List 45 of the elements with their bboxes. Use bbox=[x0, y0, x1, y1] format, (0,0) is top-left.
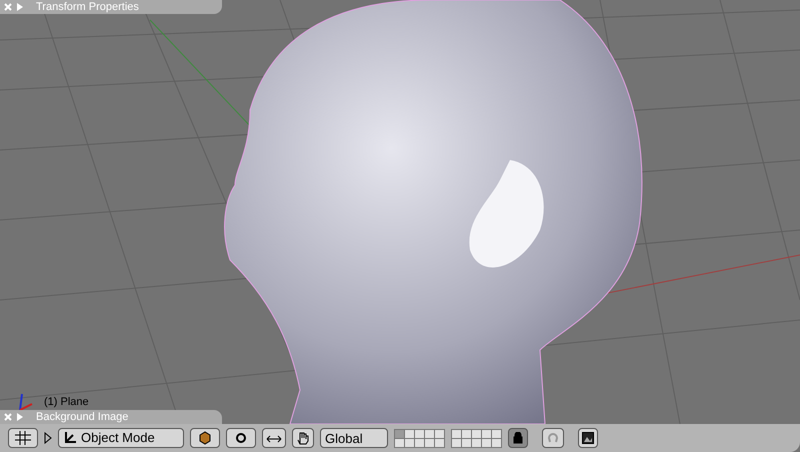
object-name-label: (1) Plane bbox=[44, 397, 89, 408]
grid-icon bbox=[15, 431, 31, 445]
picture-icon bbox=[582, 432, 594, 444]
mode-dropdown[interactable]: Object Mode bbox=[58, 428, 184, 448]
layer-button[interactable] bbox=[472, 430, 481, 438]
draw-type-button[interactable] bbox=[190, 428, 220, 448]
layer-button[interactable] bbox=[405, 438, 414, 446]
layer-button[interactable] bbox=[425, 438, 434, 446]
head-model-drawing[interactable] bbox=[224, 0, 642, 424]
layer-button[interactable] bbox=[462, 438, 471, 446]
layer-button[interactable] bbox=[435, 438, 444, 446]
close-icon[interactable] bbox=[4, 3, 12, 11]
layer-button[interactable] bbox=[415, 438, 424, 446]
orientation-dropdown[interactable]: Global bbox=[320, 428, 388, 448]
editor-type-button[interactable] bbox=[8, 428, 38, 448]
arrows-icon bbox=[266, 433, 282, 443]
layer-button[interactable] bbox=[435, 430, 444, 438]
snap-button[interactable] bbox=[542, 428, 564, 448]
layer-button[interactable] bbox=[492, 430, 501, 438]
layer-button[interactable] bbox=[452, 430, 461, 438]
3d-viewport[interactable]: Transform Properties (1) Plane Background Image bbox=[0, 0, 800, 424]
magnet-icon bbox=[547, 432, 559, 444]
manipulator-button[interactable] bbox=[262, 428, 286, 448]
layer-button[interactable] bbox=[472, 438, 481, 446]
layer-button[interactable] bbox=[415, 430, 424, 438]
hand-button[interactable] bbox=[292, 428, 314, 448]
layer-button[interactable] bbox=[405, 430, 414, 438]
layer-button[interactable] bbox=[482, 438, 491, 446]
layer-button[interactable] bbox=[492, 438, 501, 446]
layer-button[interactable] bbox=[462, 430, 471, 438]
layer-lock-button[interactable] bbox=[508, 428, 528, 448]
cube-icon bbox=[198, 431, 212, 445]
pivot-button[interactable] bbox=[226, 428, 256, 448]
render-button[interactable] bbox=[578, 428, 598, 448]
hand-icon bbox=[296, 431, 310, 445]
close-icon[interactable] bbox=[4, 413, 12, 421]
lock-icon bbox=[513, 432, 523, 444]
panel-title: Transform Properties bbox=[36, 2, 139, 12]
layer-button[interactable] bbox=[482, 430, 491, 438]
expand-arrow-icon[interactable] bbox=[44, 432, 52, 444]
layer-button[interactable] bbox=[452, 438, 461, 446]
panel-title: Background Image bbox=[36, 412, 128, 422]
axis-arrows-icon bbox=[63, 431, 77, 445]
layer-button[interactable] bbox=[395, 438, 404, 446]
layer-button[interactable] bbox=[425, 430, 434, 438]
